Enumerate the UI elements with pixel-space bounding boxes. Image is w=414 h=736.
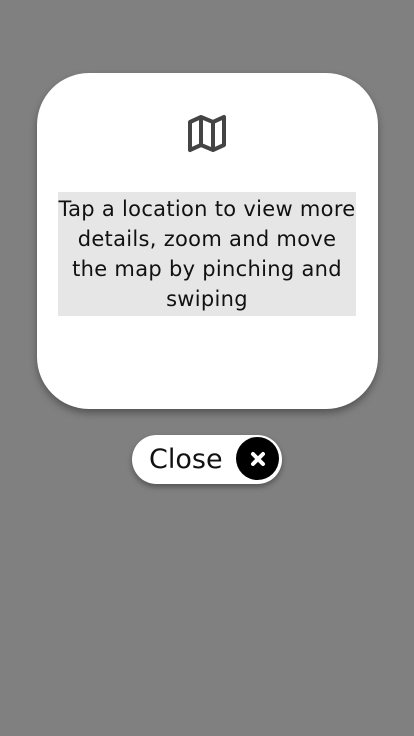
- hint-message-box: Tap a location to view more details, zoo…: [58, 192, 356, 316]
- hint-message: Tap a location to view more details, zoo…: [58, 197, 356, 311]
- help-dialog: Tap a location to view more details, zoo…: [37, 73, 378, 409]
- close-button-label: Close: [149, 444, 223, 475]
- map-icon: [188, 115, 226, 152]
- close-icon: [236, 437, 279, 480]
- close-button[interactable]: Close: [132, 435, 282, 484]
